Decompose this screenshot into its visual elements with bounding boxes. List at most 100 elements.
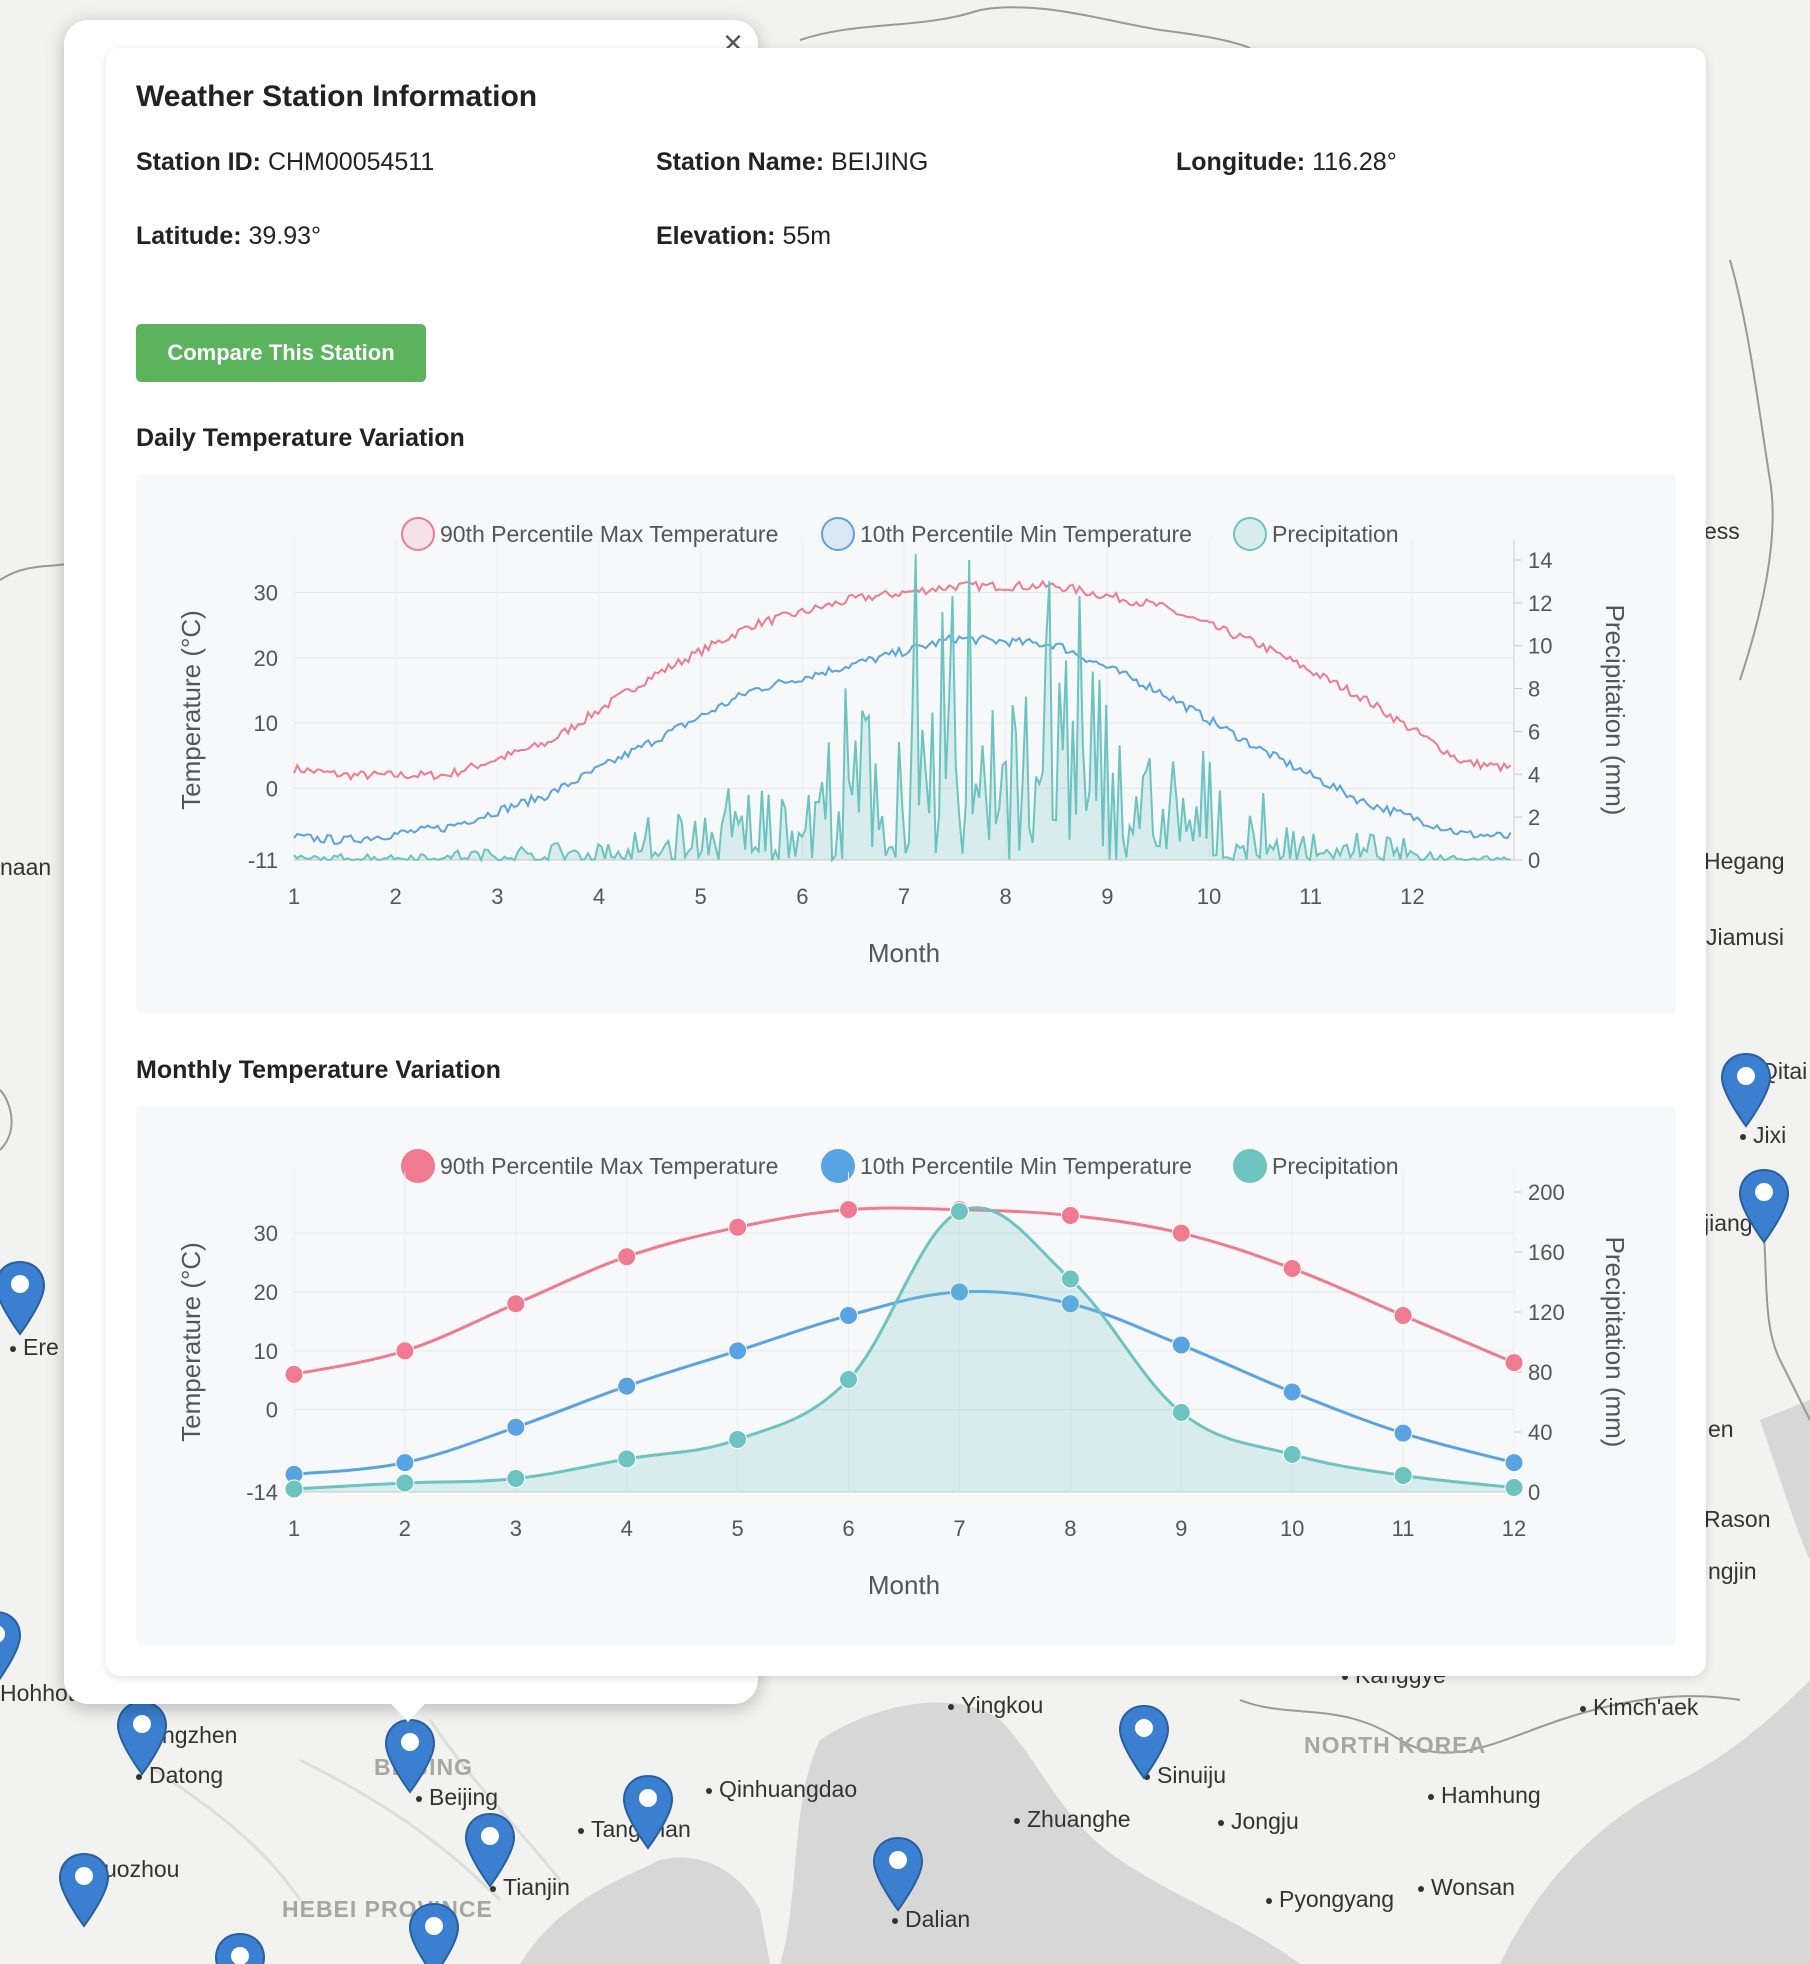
y-tick-label: 30 bbox=[254, 581, 278, 606]
data-point bbox=[1171, 1223, 1191, 1243]
map-marker-icon[interactable] bbox=[384, 1718, 436, 1794]
map-label-qinhuangdao: Qinhuangdao bbox=[706, 1776, 857, 1803]
monthly-chart-svg: 90th Percentile Max Temperature 10th Perc… bbox=[176, 1149, 1630, 1600]
data-point bbox=[1504, 1353, 1524, 1373]
legend-label: 10th Percentile Min Temperature bbox=[860, 521, 1192, 547]
data-point bbox=[949, 1202, 969, 1221]
x-tick-label: 10 bbox=[1197, 884, 1221, 909]
y2-tick-label: 12 bbox=[1528, 591, 1552, 616]
map-label-pyongyang: Pyongyang bbox=[1266, 1886, 1394, 1913]
map-label-zhuanghe: Zhuanghe bbox=[1014, 1806, 1131, 1833]
series-line-2 bbox=[293, 554, 1511, 863]
y2-tick-label: 4 bbox=[1528, 762, 1540, 787]
y-tick-label: 20 bbox=[254, 1280, 278, 1305]
y2-tick-label: 2 bbox=[1528, 805, 1540, 830]
x-tick-label: 4 bbox=[593, 884, 605, 909]
x-tick-label: 8 bbox=[1064, 1516, 1076, 1541]
data-point bbox=[1060, 1206, 1080, 1226]
legend-label: 90th Percentile Max Temperature bbox=[440, 521, 778, 547]
y2-tick-label: 160 bbox=[1528, 1240, 1565, 1265]
panel-title: Weather Station Information bbox=[136, 80, 538, 113]
legend-swatch bbox=[821, 1149, 855, 1183]
monthly-chart-title: Monthly Temperature Variation bbox=[136, 1056, 501, 1084]
map-marker-icon[interactable] bbox=[58, 1852, 110, 1928]
map-marker-icon[interactable] bbox=[0, 1260, 46, 1336]
map-marker-icon[interactable] bbox=[0, 1610, 22, 1686]
monthly-chart: 90th Percentile Max Temperature 10th Perc… bbox=[136, 1106, 1676, 1646]
y2-tick-label: 120 bbox=[1528, 1300, 1565, 1325]
data-point bbox=[839, 1306, 859, 1326]
data-point bbox=[506, 1417, 526, 1437]
data-point bbox=[284, 1479, 304, 1499]
map-label-ngjin: ngjin bbox=[1708, 1558, 1757, 1584]
station-info-panel: Weather Station Information Station ID: … bbox=[106, 48, 1706, 1676]
data-point bbox=[1171, 1335, 1191, 1355]
daily-chart-svg: 90th Percentile Max Temperature 10th Perc… bbox=[176, 517, 1630, 968]
x-tick-label: 12 bbox=[1400, 884, 1424, 909]
data-point bbox=[728, 1341, 748, 1361]
legend-label: 90th Percentile Max Temperature bbox=[440, 1153, 778, 1179]
x-tick-label: 5 bbox=[732, 1516, 744, 1541]
x-tick-label: 12 bbox=[1502, 1516, 1526, 1541]
data-point bbox=[1393, 1466, 1413, 1485]
legend-swatch bbox=[821, 517, 855, 551]
data-point bbox=[1060, 1269, 1080, 1289]
y-tick-label: 30 bbox=[254, 1221, 278, 1246]
x-tick-label: 9 bbox=[1175, 1516, 1187, 1541]
data-point bbox=[1171, 1403, 1191, 1422]
y-tick-label: 0 bbox=[266, 1398, 278, 1423]
x-tick-label: 4 bbox=[621, 1516, 633, 1541]
data-point bbox=[1282, 1258, 1302, 1278]
y-tick-label: -11 bbox=[248, 848, 278, 873]
data-point bbox=[506, 1469, 526, 1488]
x-tick-label: 6 bbox=[796, 884, 808, 909]
data-point bbox=[1282, 1445, 1302, 1464]
y-tick-label: -14 bbox=[246, 1480, 278, 1505]
map-marker-icon[interactable] bbox=[116, 1700, 168, 1776]
map-label-yingkou: Yingkou bbox=[948, 1692, 1043, 1719]
data-point bbox=[839, 1370, 859, 1389]
map-label-jiamusi: Jiamusi bbox=[1706, 924, 1784, 950]
x-tick-label: 11 bbox=[1392, 1516, 1415, 1541]
map-marker-icon[interactable] bbox=[872, 1836, 924, 1912]
map-marker-icon[interactable] bbox=[1118, 1704, 1170, 1780]
map-label-hebei: HEBEI PROVINCE bbox=[282, 1896, 493, 1922]
compare-station-button[interactable]: Compare This Station bbox=[136, 324, 426, 382]
precip-area bbox=[294, 1207, 1514, 1492]
station-latitude: Latitude: 39.93° bbox=[136, 222, 322, 250]
data-point bbox=[395, 1453, 415, 1473]
y2-tick-label: 40 bbox=[1528, 1420, 1552, 1445]
x-tick-label: 2 bbox=[390, 884, 402, 909]
data-point bbox=[1504, 1453, 1524, 1473]
data-point bbox=[1282, 1382, 1302, 1402]
y2-tick-label: 0 bbox=[1528, 848, 1540, 873]
x-tick-label: 7 bbox=[898, 884, 910, 909]
y-tick-label: 0 bbox=[266, 776, 278, 801]
series-line-0 bbox=[293, 579, 1512, 782]
x-tick-label: 9 bbox=[1101, 884, 1113, 909]
map-marker-icon[interactable] bbox=[408, 1902, 460, 1964]
y-axis-title: Temperature (°C) bbox=[176, 610, 206, 810]
map-label-naan: naan bbox=[0, 854, 52, 880]
y2-axis-title: Precipitation (mm) bbox=[1600, 1237, 1630, 1448]
data-point bbox=[728, 1217, 748, 1237]
y2-tick-label: 200 bbox=[1528, 1180, 1565, 1205]
x-tick-label: 2 bbox=[399, 1516, 411, 1541]
map-label-rason: Rason bbox=[1704, 1506, 1771, 1532]
map-marker-icon[interactable] bbox=[1720, 1052, 1772, 1128]
x-tick-label: 11 bbox=[1299, 884, 1322, 909]
x-tick-label: 1 bbox=[288, 884, 300, 909]
y2-tick-label: 80 bbox=[1528, 1360, 1552, 1385]
map-label-ess: ess bbox=[1704, 518, 1740, 544]
map-marker-icon[interactable] bbox=[622, 1774, 674, 1850]
y-tick-label: 10 bbox=[254, 711, 278, 736]
station-elevation: Elevation: 55m bbox=[656, 222, 832, 250]
data-point bbox=[839, 1200, 859, 1220]
data-point bbox=[1393, 1306, 1413, 1326]
map-marker-icon[interactable] bbox=[1738, 1168, 1790, 1244]
y2-tick-label: 8 bbox=[1528, 677, 1540, 702]
map-marker-icon[interactable] bbox=[464, 1812, 516, 1888]
x-tick-label: 8 bbox=[1000, 884, 1012, 909]
map-marker-icon[interactable] bbox=[214, 1932, 266, 1964]
legend-label: Precipitation bbox=[1272, 1153, 1399, 1179]
